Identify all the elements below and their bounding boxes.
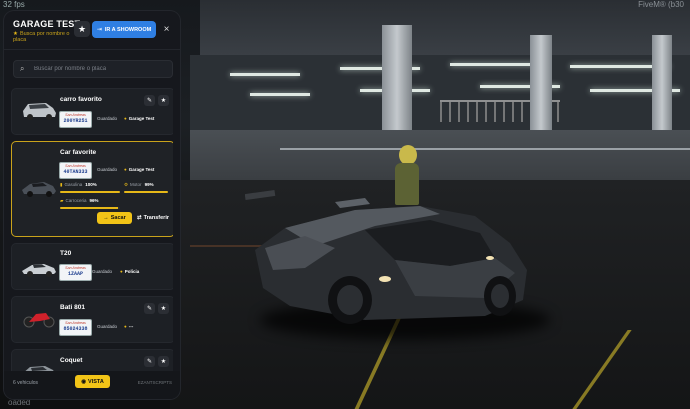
fuel-stat: ▮ Gasolina 100% (60, 182, 97, 187)
showroom-label: IR A SHOWROOM (104, 26, 152, 33)
vehicle-status: Guardado (92, 269, 113, 274)
license-plate: San Andreas 200YR251 (59, 111, 92, 128)
vehicle-name: Coquet (60, 357, 83, 364)
divider (4, 49, 180, 50)
license-plate: San Andreas 1ZAAP (59, 264, 92, 281)
engine-bar (124, 191, 168, 193)
railing (280, 148, 690, 150)
engine-bar-fill (124, 191, 168, 193)
pin-icon: ● (124, 167, 127, 172)
vehicle-name: carro favorito (60, 96, 102, 103)
engine-icon: ⚙ (124, 182, 129, 187)
search-bar: ⌕ (13, 60, 173, 78)
vehicle-name: Car favorite (60, 149, 97, 156)
star-icon[interactable]: ★ (158, 95, 169, 106)
body-bar-fill (60, 207, 118, 209)
license-plate: San Andreas 40TAN333 (59, 162, 92, 179)
vehicle-status: Guardado (97, 167, 118, 172)
edit-icon[interactable]: ✎ (144, 356, 155, 367)
showroom-button[interactable]: ⇥ IR A SHOWROOM (92, 21, 156, 38)
vehicle-location: ● Garage Test (124, 167, 155, 172)
pin-icon: ● (120, 269, 123, 274)
concrete-pillar (530, 35, 552, 145)
star-icon[interactable]: ★ (158, 303, 169, 314)
vehicle-location: ● Garage Test (124, 116, 155, 121)
garage-panel: GARAGE TEST ★ Busca por nombre o placa ★ … (4, 11, 180, 399)
license-plate: San Andreas 85024338 (59, 319, 92, 336)
garage-header: GARAGE TEST ★ Busca por nombre o placa ★ … (4, 11, 180, 45)
garage-subtitle: ★ Busca por nombre o placa (13, 31, 70, 43)
vehicle-name: Bati 801 (60, 304, 85, 311)
edit-icon[interactable]: ✎ (144, 95, 155, 106)
vehicle-list[interactable]: carro favorito San Andreas 200YR251 Guar… (11, 88, 173, 380)
vehicle-count: 6 vehiculos (13, 380, 39, 386)
vehicle-status: Guardado (97, 324, 118, 329)
car-body-icon: ▰ (60, 198, 64, 203)
star-icon[interactable]: ★ (158, 356, 169, 367)
close-icon[interactable]: × (161, 24, 172, 35)
body-bar (60, 207, 120, 209)
enter-icon: ⇥ (96, 27, 102, 33)
favorites-button[interactable]: ★ (74, 21, 90, 37)
parking-wall (190, 130, 690, 180)
transfer-button[interactable]: ⇄ Transferir (136, 212, 170, 224)
sports-car (245, 189, 527, 324)
concrete-pillar (652, 35, 672, 145)
view-button[interactable]: ◉ VISTA (75, 375, 110, 388)
search-icon: ⌕ (20, 64, 25, 73)
motorcycle-thumbnail (23, 313, 55, 328)
fps-counter: 32 fps (3, 0, 25, 9)
parking-ceiling (200, 0, 690, 55)
fuel-icon: ▮ (60, 182, 63, 187)
fuel-bar-fill (60, 191, 120, 193)
vehicle-card[interactable]: T20 San Andreas 1ZAAP Guardado ● Policia (11, 243, 173, 290)
edit-icon[interactable]: ✎ (144, 303, 155, 314)
sportscar-thumbnail (22, 182, 56, 197)
suv-thumbnail (23, 103, 56, 120)
garage-footer: 6 vehiculos ◉ VISTA EZANTSCRIPTS (4, 371, 180, 399)
take-out-button[interactable]: → Sacar (97, 212, 132, 224)
vehicle-name: T20 (60, 250, 72, 257)
star-icon: ★ (77, 23, 87, 34)
arrow-right-icon: → (103, 215, 109, 221)
vehicle-location: ● Policia (120, 269, 140, 274)
loading-status: oaded (8, 398, 31, 407)
body-stat: ▰ Carroceria 96% (60, 198, 99, 203)
garage-title: GARAGE TEST (13, 19, 81, 29)
engine-stat: ⚙ Motor 99% (124, 182, 154, 187)
fuel-bar (60, 191, 120, 193)
credit-label: EZANTSCRIPTS (137, 380, 172, 385)
search-input[interactable] (30, 65, 172, 73)
pin-icon: ● (124, 324, 127, 329)
pin-icon: ● (124, 116, 127, 121)
vehicle-card[interactable]: carro favorito San Andreas 200YR251 Guar… (11, 88, 173, 135)
fivem-build-label: FiveM® (b30 (638, 0, 684, 9)
transfer-icon: ⇄ (137, 215, 142, 221)
vehicle-card-selected[interactable]: Car favorite San Andreas 40TAN333 Guarda… (11, 141, 173, 237)
supercar-thumbnail (22, 264, 56, 277)
vehicle-location: ● --- (124, 324, 134, 329)
camera-icon: ◉ (81, 378, 86, 385)
vehicle-card[interactable]: Bati 801 San Andreas 85024338 Guardado ●… (11, 296, 173, 343)
vehicle-status: Guardado (97, 116, 118, 121)
